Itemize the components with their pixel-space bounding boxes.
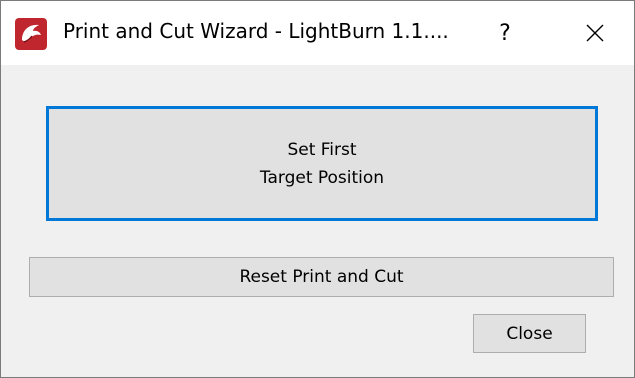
reset-button-label: Reset Print and Cut [239, 267, 404, 287]
set-first-target-button[interactable]: Set First Target Position [46, 106, 598, 221]
set-first-label-line2: Target Position [259, 167, 385, 188]
set-first-label-line1: Set First [287, 139, 357, 160]
title-bar[interactable]: Print and Cut Wizard - LightBurn 1.1....… [1, 1, 634, 65]
close-button-label: Close [506, 323, 553, 344]
dialog-window: Print and Cut Wizard - LightBurn 1.1....… [0, 0, 635, 378]
close-icon[interactable] [561, 9, 629, 57]
lightburn-logo-icon [15, 18, 47, 50]
window-title: Print and Cut Wizard - LightBurn 1.1.... [63, 19, 449, 43]
close-button[interactable]: Close [473, 314, 586, 353]
help-button[interactable]: ? [471, 9, 539, 57]
reset-print-and-cut-button[interactable]: Reset Print and Cut [29, 257, 614, 297]
